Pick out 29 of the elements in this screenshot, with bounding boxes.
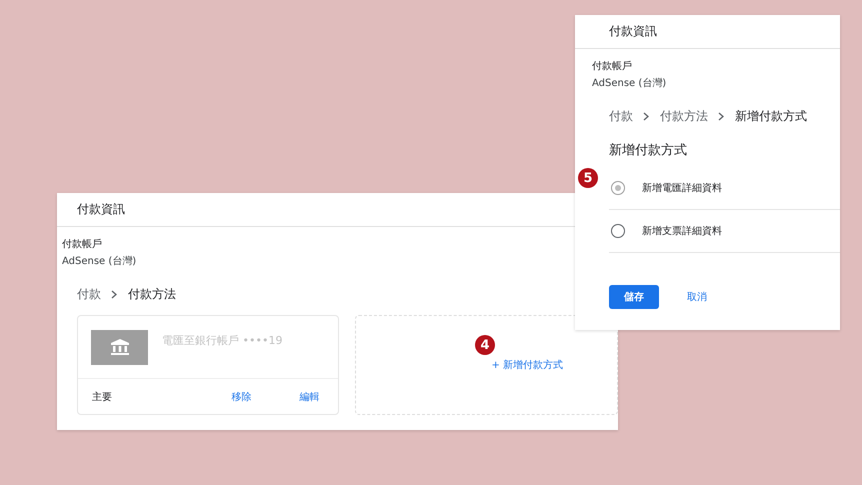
bank-icon — [91, 330, 148, 364]
add-payment-method-link[interactable]: + 新增付款方式 — [487, 356, 567, 374]
radio-button[interactable] — [611, 224, 625, 238]
cancel-button[interactable]: 取消 — [679, 286, 715, 308]
payment-option[interactable]: 新增電匯詳細資料 — [609, 167, 840, 210]
payment-option[interactable]: 新增支票詳細資料 — [609, 210, 840, 253]
window-title: 付款資訊 — [77, 201, 125, 218]
section-heading: 新增付款方式 — [609, 142, 687, 159]
option-label: 新增支票詳細資料 — [642, 224, 722, 238]
window-title: 付款資訊 — [609, 23, 657, 40]
payment-method-name: 電匯至銀行帳戶 ••••19 — [162, 332, 282, 348]
option-label: 新增電匯詳細資料 — [642, 182, 722, 195]
breadcrumb-item[interactable]: 付款 — [609, 108, 633, 125]
account-label: 付款帳戶 — [592, 60, 632, 73]
primary-label: 主要 — [92, 390, 113, 404]
breadcrumb-item[interactable]: 付款方法 — [660, 108, 708, 125]
account-name: AdSense (台灣) — [62, 254, 136, 268]
save-button[interactable]: 儲存 — [609, 285, 659, 309]
card-action-link[interactable]: 移除 — [228, 388, 256, 406]
card-action-link[interactable]: 編輯 — [296, 388, 324, 406]
breadcrumb-item: 新增付款方式 — [735, 108, 807, 125]
breadcrumb-item: 付款方法 — [128, 286, 176, 303]
chevron-icon — [111, 290, 118, 299]
chevron-icon — [718, 112, 725, 121]
chevron-icon — [643, 112, 650, 121]
breadcrumb-item[interactable]: 付款 — [77, 286, 101, 303]
account-name: AdSense (台灣) — [592, 76, 666, 90]
radio-button[interactable] — [611, 181, 625, 195]
account-label: 付款帳戶 — [62, 238, 102, 251]
